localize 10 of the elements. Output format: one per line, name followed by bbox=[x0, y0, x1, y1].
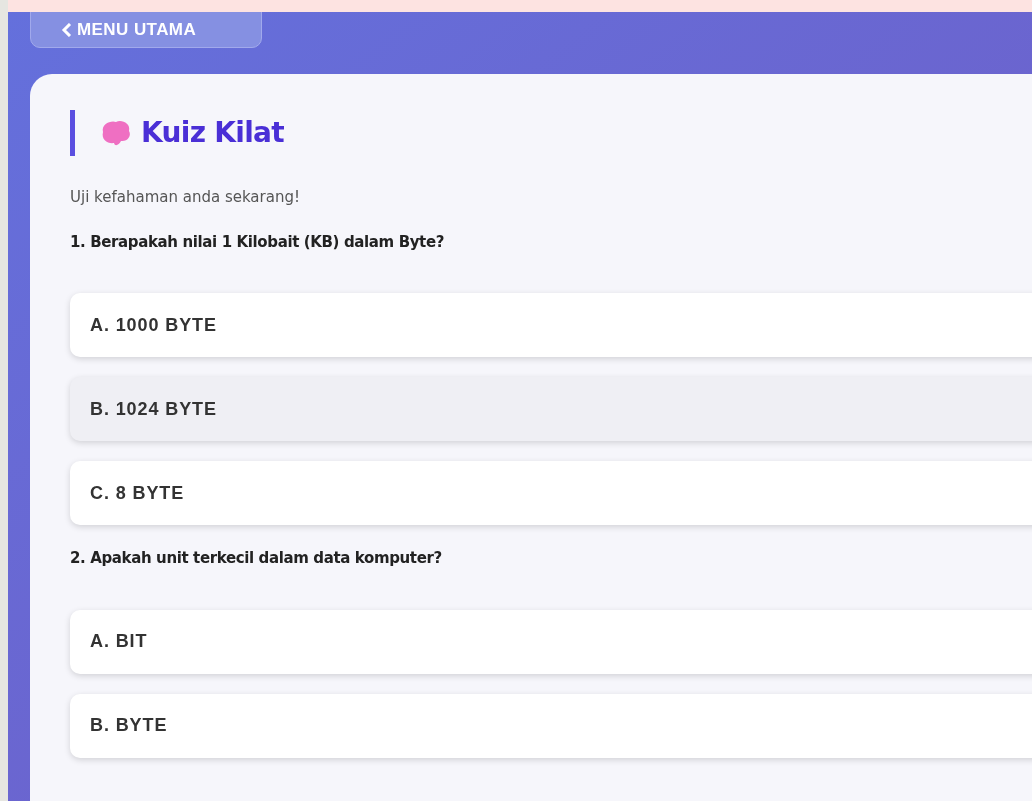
question-text: 2. Apakah unit terkecil dalam data komputer? bbox=[70, 548, 443, 569]
answer-option[interactable]: C. 8 BYTE bbox=[70, 461, 1032, 525]
answer-option[interactable]: A. BIT bbox=[70, 609, 1032, 674]
quiz-subtitle: Uji kefahaman anda sekarang! bbox=[70, 187, 301, 208]
answer-option[interactable]: A. 1000 BYTE bbox=[70, 293, 1032, 357]
chevron-left-icon bbox=[61, 23, 73, 37]
answer-option[interactable]: B. 1024 BYTE bbox=[70, 377, 1032, 441]
question-text: 1. Berapakah nilai 1 Kilobait (KB) dalam Byte? bbox=[70, 231, 446, 253]
answer-option[interactable]: B. BYTE bbox=[70, 693, 1032, 758]
quiz-title: Kuiz Kilat bbox=[141, 115, 284, 151]
